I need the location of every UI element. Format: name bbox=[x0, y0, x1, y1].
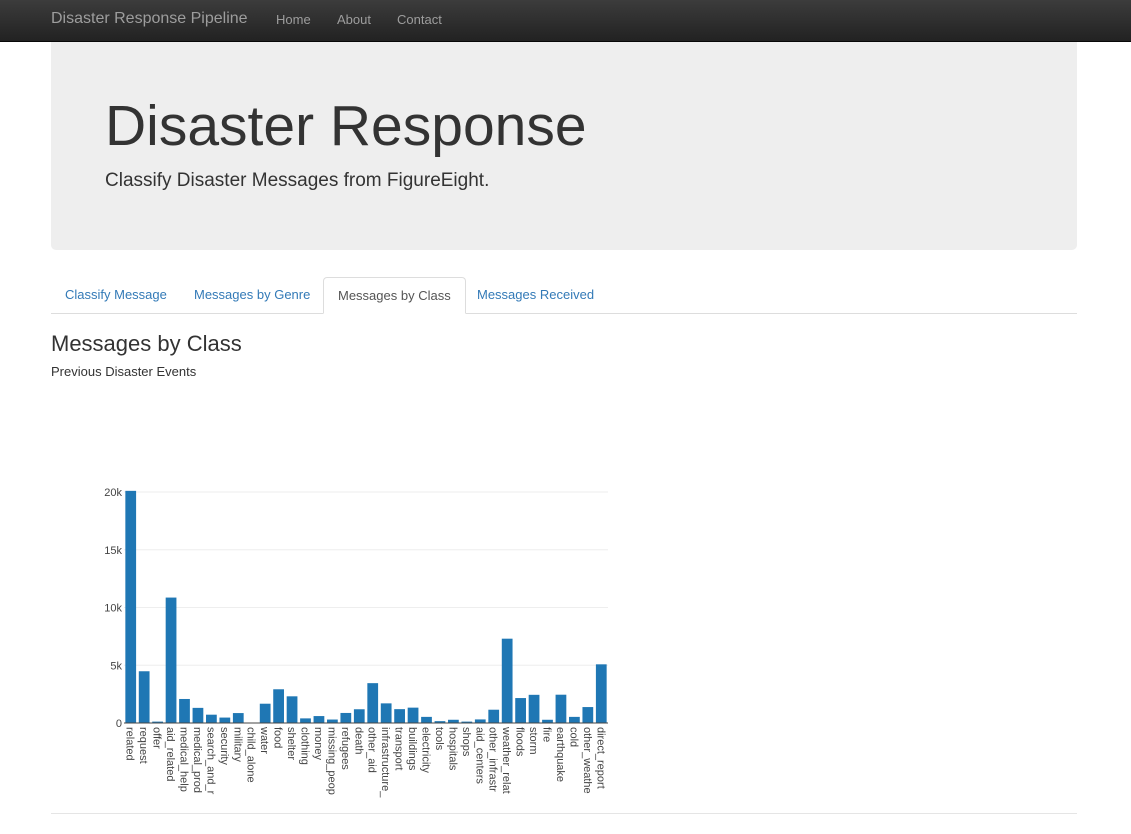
x-tick-label: floods bbox=[514, 727, 526, 757]
x-tick-label: aid_related bbox=[164, 727, 176, 781]
x-tick-label: request bbox=[137, 727, 149, 764]
bar[interactable] bbox=[488, 709, 500, 723]
y-tick-label: 0 bbox=[116, 718, 122, 730]
x-tick-label: military bbox=[231, 727, 243, 762]
bar[interactable] bbox=[407, 707, 419, 723]
tab-messages-by-class[interactable]: Messages by Class bbox=[323, 277, 466, 314]
tab-bar: Classify Message Messages by Genre Messa… bbox=[51, 277, 1077, 314]
bar[interactable] bbox=[300, 718, 311, 723]
tab-messages-by-genre[interactable]: Messages by Genre bbox=[180, 277, 324, 314]
bar[interactable] bbox=[555, 694, 567, 723]
bar[interactable] bbox=[394, 709, 405, 723]
x-tick-label: other_weathe bbox=[581, 727, 593, 794]
bar[interactable] bbox=[501, 638, 513, 723]
bar[interactable] bbox=[327, 719, 338, 723]
bar[interactable] bbox=[595, 664, 607, 723]
x-tick-label: shelter bbox=[285, 727, 297, 760]
tab-messages-received[interactable]: Messages Received bbox=[463, 277, 608, 314]
x-tick-label: death bbox=[352, 727, 364, 755]
bar[interactable] bbox=[165, 597, 177, 723]
bar[interactable] bbox=[569, 716, 580, 723]
bar[interactable] bbox=[232, 713, 244, 723]
bar-chart: 0 5k 10k 15k 20k related request offer aid_relat… bbox=[60, 470, 620, 800]
x-tick-label: weather_relat bbox=[500, 726, 512, 794]
bar[interactable] bbox=[353, 709, 365, 723]
x-tick-label: storm bbox=[527, 727, 539, 755]
x-tick-label: direct_report bbox=[594, 727, 606, 789]
x-tick-label: related bbox=[124, 727, 136, 761]
x-tick-label: offer bbox=[151, 727, 163, 749]
bar[interactable] bbox=[286, 696, 298, 723]
bar[interactable] bbox=[179, 698, 190, 723]
bar[interactable] bbox=[273, 689, 284, 723]
x-tick-label: earthquake bbox=[554, 727, 566, 782]
x-tick-label: other_infrastr bbox=[487, 727, 499, 792]
x-tick-label: infrastructure_ bbox=[379, 727, 391, 798]
y-tick-label: 20k bbox=[104, 487, 122, 499]
x-tick-label: food bbox=[272, 727, 284, 748]
x-tick-label: transport bbox=[393, 727, 405, 770]
bar[interactable] bbox=[313, 716, 325, 723]
y-tick-label: 10k bbox=[104, 603, 122, 615]
y-tick-label: 5k bbox=[110, 660, 122, 672]
bar[interactable] bbox=[219, 717, 231, 723]
bar[interactable] bbox=[367, 683, 379, 723]
x-tick-label: other_aid bbox=[366, 727, 378, 773]
nav-link-contact[interactable]: Contact bbox=[397, 12, 442, 27]
x-tick-label: water bbox=[258, 726, 270, 754]
x-tick-label: money bbox=[312, 727, 324, 761]
navbar-brand[interactable]: Disaster Response Pipeline bbox=[51, 10, 248, 28]
bar[interactable] bbox=[259, 703, 271, 723]
x-tick-label: medical_prod bbox=[191, 727, 203, 793]
bar[interactable] bbox=[380, 703, 392, 723]
x-tick-label: tools bbox=[433, 727, 445, 751]
page-subtitle: Classify Disaster Messages from FigureEi… bbox=[105, 170, 490, 191]
y-tick-label: 15k bbox=[104, 545, 122, 557]
bar[interactable] bbox=[125, 490, 137, 723]
bar[interactable] bbox=[421, 716, 432, 723]
x-tick-label: hospitals bbox=[446, 727, 458, 771]
section-title: Messages by Class bbox=[51, 331, 242, 356]
bar[interactable] bbox=[528, 694, 540, 723]
x-tick-label: buildings bbox=[406, 727, 418, 771]
chart-svg: 0 5k 10k 15k 20k related request offer aid_relat… bbox=[104, 487, 608, 798]
bar[interactable] bbox=[192, 707, 204, 723]
bar[interactable] bbox=[340, 712, 352, 723]
x-tick-label: medical_help bbox=[178, 727, 190, 792]
x-tick-label: missing_peop bbox=[325, 727, 337, 795]
jumbotron: Disaster Response Classify Disaster Mess… bbox=[51, 42, 1077, 250]
x-tick-label: child_alone bbox=[245, 727, 257, 783]
bar[interactable] bbox=[582, 707, 594, 723]
x-tick-label: cold bbox=[567, 727, 579, 747]
bar[interactable] bbox=[206, 714, 217, 723]
x-tick-label: search_and_r bbox=[204, 727, 216, 795]
section-subtitle: Previous Disaster Events bbox=[51, 364, 197, 379]
divider bbox=[51, 813, 1077, 814]
x-tick-label: electricity bbox=[420, 727, 432, 773]
x-tick-label: shops bbox=[460, 727, 472, 757]
page-title: Disaster Response bbox=[105, 94, 587, 158]
navbar: Disaster Response Pipeline Home About Co… bbox=[0, 0, 1131, 42]
nav-link-home[interactable]: Home bbox=[276, 12, 311, 27]
bar[interactable] bbox=[474, 719, 486, 723]
x-tick-label: refugees bbox=[339, 727, 351, 770]
x-tick-label: security bbox=[218, 727, 230, 765]
nav-link-about[interactable]: About bbox=[337, 12, 371, 27]
bar[interactable] bbox=[138, 671, 150, 723]
x-tick-label: aid_centers bbox=[473, 727, 485, 784]
x-tick-label: fire bbox=[541, 727, 553, 742]
x-tick-label: clothing bbox=[299, 727, 311, 765]
bar[interactable] bbox=[515, 698, 526, 723]
tab-classify-message[interactable]: Classify Message bbox=[51, 277, 181, 314]
